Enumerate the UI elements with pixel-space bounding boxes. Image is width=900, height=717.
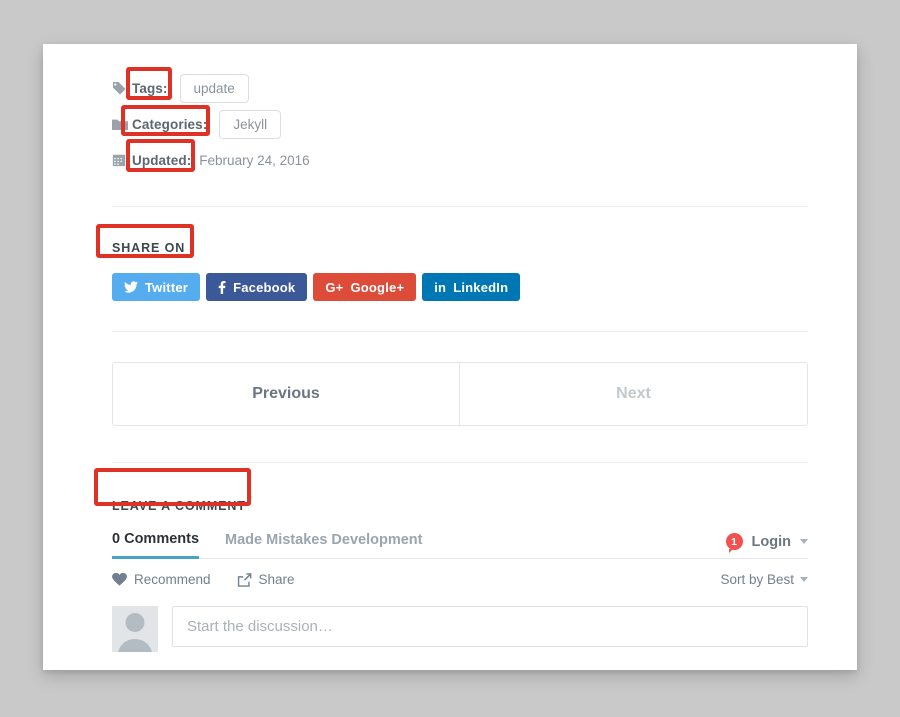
page-content: Tags: update Categories: Jekyll xyxy=(112,44,808,652)
folder-icon xyxy=(112,116,130,132)
notification-badge: 1 xyxy=(726,533,743,550)
sort-by-label: Sort by Best xyxy=(720,572,794,587)
comment-input[interactable] xyxy=(172,606,808,647)
disqus-login-button[interactable]: 1 Login xyxy=(726,533,808,558)
divider-after-share xyxy=(112,331,808,332)
disqus-tabs: 0 Comments Made Mistakes Development xyxy=(112,531,448,558)
share-button-group: Twitter Facebook G+ Google+ in xyxy=(112,273,808,301)
share-export-icon xyxy=(237,573,252,587)
comments-section: LEAVE A COMMENT 0 Comments Made Mistakes… xyxy=(112,463,808,652)
comment-compose-row xyxy=(112,606,808,652)
tags-label: Tags: xyxy=(132,81,168,96)
share-comment-label: Share xyxy=(259,572,295,587)
updated-date: February 24, 2016 xyxy=(199,153,309,168)
share-twitter-label: Twitter xyxy=(145,280,188,295)
leave-a-comment-heading: LEAVE A COMMENT xyxy=(112,499,246,513)
linkedin-icon: in xyxy=(434,281,446,294)
chevron-down-icon xyxy=(800,577,808,582)
twitter-icon xyxy=(124,281,138,293)
share-on-heading: SHARE ON xyxy=(112,241,185,255)
chevron-down-icon xyxy=(800,539,808,544)
share-twitter-button[interactable]: Twitter xyxy=(112,273,200,301)
post-pagination: Previous Next xyxy=(112,362,808,426)
share-facebook-label: Facebook xyxy=(233,280,295,295)
heart-icon xyxy=(112,573,127,586)
googleplus-icon: G+ xyxy=(325,281,343,294)
tab-comments-count[interactable]: 0 Comments xyxy=(112,531,199,559)
share-facebook-button[interactable]: Facebook xyxy=(206,273,307,301)
share-linkedin-button[interactable]: in LinkedIn xyxy=(422,273,520,301)
avatar xyxy=(112,606,158,652)
share-comment-button[interactable]: Share xyxy=(237,572,295,587)
disqus-actions-row: Recommend Share xyxy=(112,559,808,600)
tags-row: Tags: update xyxy=(112,70,808,106)
sort-by-control[interactable]: Sort by Best xyxy=(720,572,808,587)
disqus-widget: 0 Comments Made Mistakes Development 1 L… xyxy=(112,531,808,652)
post-meta-block: Tags: update Categories: Jekyll xyxy=(112,44,808,178)
share-googleplus-button[interactable]: G+ Google+ xyxy=(313,273,416,301)
calendar-icon xyxy=(112,152,130,168)
avatar-body xyxy=(118,639,152,652)
share-linkedin-label: LinkedIn xyxy=(453,280,508,295)
disqus-actions-left: Recommend Share xyxy=(112,572,295,587)
login-label: Login xyxy=(752,534,791,550)
updated-label: Updated: xyxy=(132,153,191,168)
categories-label: Categories: xyxy=(132,117,207,132)
share-googleplus-label: Google+ xyxy=(350,280,404,295)
article-page-card: Tags: update Categories: Jekyll xyxy=(43,44,857,670)
next-post-link[interactable]: Next xyxy=(460,363,807,425)
updated-row: Updated: February 24, 2016 xyxy=(112,142,808,178)
avatar-head xyxy=(126,613,145,632)
recommend-button[interactable]: Recommend xyxy=(112,572,211,587)
facebook-icon xyxy=(218,281,226,294)
tag-icon xyxy=(112,80,130,96)
tab-site-name[interactable]: Made Mistakes Development xyxy=(225,532,422,558)
categories-row: Categories: Jekyll xyxy=(112,106,808,142)
previous-post-link[interactable]: Previous xyxy=(113,363,460,425)
share-section: SHARE ON Twitter xyxy=(112,207,808,301)
category-pill-jekyll[interactable]: Jekyll xyxy=(219,110,281,139)
disqus-tabs-row: 0 Comments Made Mistakes Development 1 L… xyxy=(112,531,808,559)
recommend-label: Recommend xyxy=(134,572,211,587)
tag-pill-update[interactable]: update xyxy=(180,74,249,103)
